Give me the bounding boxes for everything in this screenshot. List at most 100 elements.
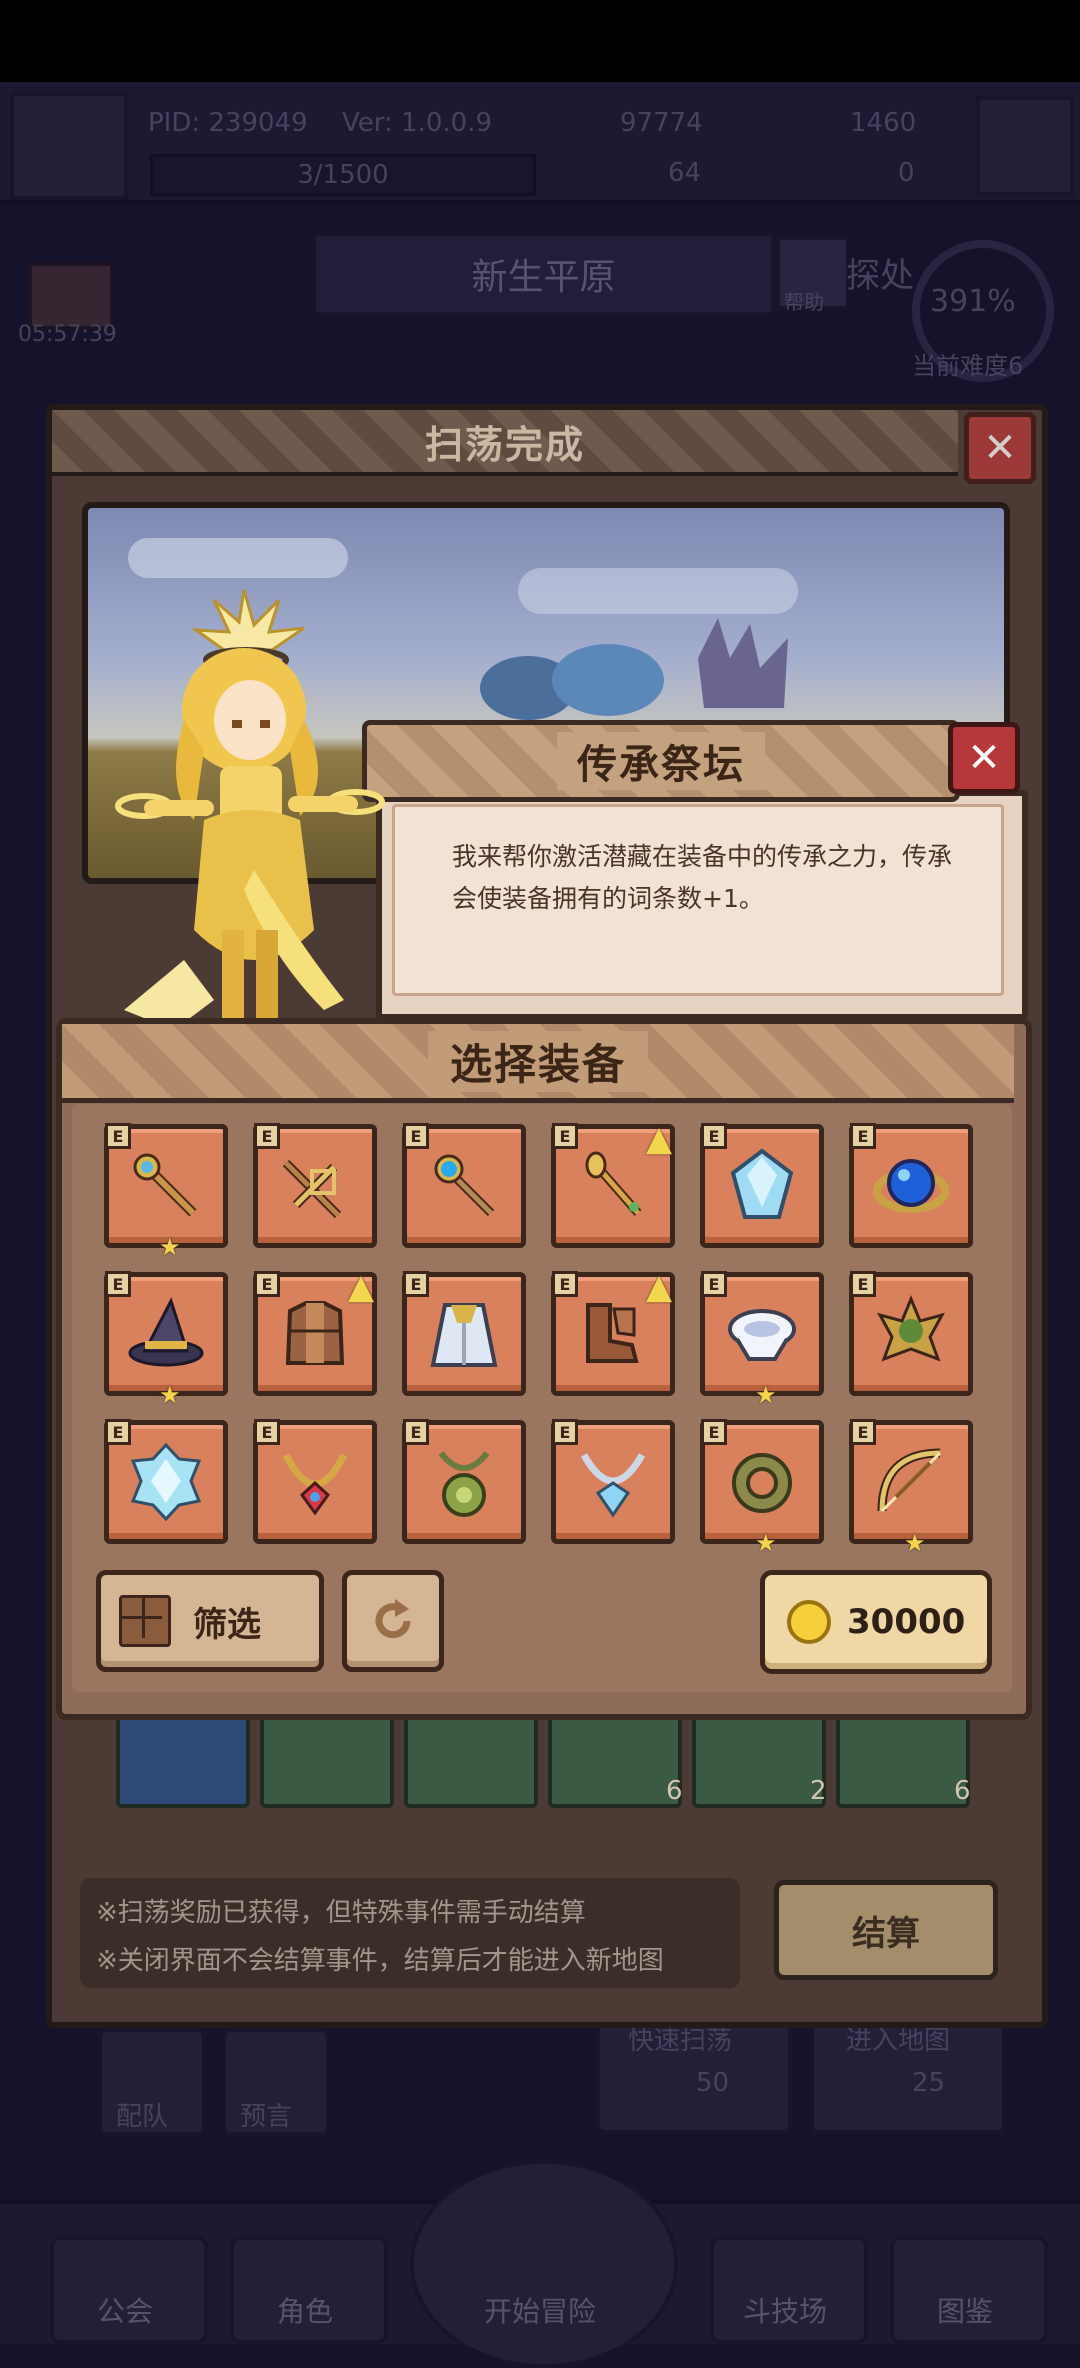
crossbow-icon: [282, 1159, 342, 1219]
equipment-item[interactable]: E ★: [700, 1271, 824, 1409]
equipment-item[interactable]: E ★: [104, 1123, 228, 1261]
ruby-necklace-icon: [282, 1453, 348, 1516]
altar-title: 传承祭坛: [557, 732, 765, 790]
equipment-tag: E: [850, 1419, 876, 1445]
player-avatar[interactable]: [10, 92, 128, 200]
nav-arena-label: 斗技场: [742, 2295, 827, 2328]
equipment-item[interactable]: E ★: [849, 1419, 973, 1557]
difficulty-label: 当前难度6: [912, 352, 1024, 380]
equipment-item[interactable]: E: [253, 1419, 377, 1544]
stat-a: 64: [668, 158, 702, 188]
grid-icon: [119, 1595, 171, 1647]
star-icon: ★: [755, 1529, 777, 1557]
golden-bow-icon: [877, 1448, 942, 1513]
team-label: 配队: [116, 2102, 169, 2132]
quick-sweep-cost: 50: [696, 2068, 730, 2098]
gift-icon[interactable]: [28, 262, 114, 330]
equip-slot[interactable]: [836, 1706, 970, 1808]
refresh-button[interactable]: [342, 1570, 444, 1672]
equipment-item[interactable]: E ▲: [253, 1267, 377, 1396]
star-icon: ★: [904, 1529, 926, 1557]
star-icon: ★: [159, 1233, 181, 1261]
equipment-item[interactable]: E: [700, 1123, 824, 1248]
ice-crystal-icon: [130, 1443, 202, 1521]
notice-line: ※扫荡奖励已获得，但特殊事件需手动结算: [96, 1898, 586, 1928]
filter-button[interactable]: 筛选: [96, 1570, 324, 1672]
equipment-tag: E: [403, 1419, 429, 1445]
equipment-tag: E: [105, 1123, 131, 1149]
equipment-tag: E: [254, 1123, 280, 1149]
altar-description: 我来帮你激活潜藏在装备中的传承之力，传承会使装备拥有的词条数+1。: [452, 842, 953, 913]
equipment-item[interactable]: E: [402, 1271, 526, 1396]
help-label: 帮助: [784, 290, 824, 314]
upgrade-arrow-icon: ▲: [645, 1267, 672, 1307]
equipment-tag: E: [105, 1419, 131, 1445]
equipment-item[interactable]: E: [849, 1271, 973, 1396]
gem-count: 1460: [850, 108, 917, 138]
settings-gear-icon[interactable]: [976, 96, 1074, 196]
equip-slot[interactable]: [116, 1706, 250, 1808]
equipment-tag: E: [850, 1123, 876, 1149]
sweep-close-button[interactable]: ✕: [964, 412, 1036, 484]
refresh-icon: [375, 1599, 411, 1639]
exp-text: 3/1500: [297, 160, 389, 190]
upgrade-arrow-icon: ▲: [347, 1267, 374, 1307]
equipment-tag: E: [850, 1271, 876, 1297]
equipment-item[interactable]: E: [402, 1419, 526, 1544]
white-gloves-icon: [728, 1309, 796, 1361]
cloud: [518, 568, 798, 614]
equipment-tag: E: [105, 1271, 131, 1297]
notice-line: ※关闭界面不会结算事件，结算后才能进入新地图: [96, 1946, 664, 1976]
jade-amulet-icon: [438, 1451, 490, 1517]
altar-close-button[interactable]: ✕: [948, 722, 1020, 794]
explore-label: 探处: [846, 256, 914, 296]
equip-slot[interactable]: [404, 1706, 538, 1808]
equipment-tag: E: [403, 1123, 429, 1149]
nav-start-adventure[interactable]: [410, 2160, 678, 2368]
progress-percent: 391%: [930, 284, 1016, 319]
gift-timer: 05:57:39: [18, 322, 117, 347]
star-icon: ★: [755, 1381, 777, 1409]
equipment-tag: E: [552, 1419, 578, 1445]
leather-boots-icon: [586, 1303, 639, 1363]
player-id: PID: 239049: [148, 108, 308, 138]
equipment-tag: E: [701, 1419, 727, 1445]
game-version: Ver: 1.0.0.9: [342, 108, 492, 138]
slot-count: 6: [954, 1776, 971, 1806]
crystal-shard-icon: [730, 1148, 794, 1219]
gold-coin-icon: [787, 1600, 831, 1644]
region-selector[interactable]: 新生平原: [312, 232, 775, 316]
prophecy-label: 预言: [240, 2102, 293, 2132]
settle-button[interactable]: 结算: [774, 1880, 998, 1980]
golden-wand-icon: [585, 1151, 642, 1216]
altar-title-bar: 传承祭坛: [362, 720, 960, 802]
equipment-tag: E: [552, 1123, 578, 1149]
select-equipment-title: 选择装备: [427, 1030, 648, 1092]
sapphire-ring-icon: [873, 1159, 949, 1213]
equip-slot[interactable]: [692, 1706, 826, 1808]
equip-slot[interactable]: [260, 1706, 394, 1808]
select-equipment-title-bar: 选择装备: [62, 1024, 1014, 1103]
equipment-item[interactable]: E: [849, 1123, 973, 1248]
equipment-item[interactable]: E: [253, 1123, 377, 1248]
equipment-item[interactable]: E: [402, 1123, 526, 1248]
equipment-item[interactable]: E ▲: [551, 1119, 675, 1248]
slot-count: 6: [666, 1776, 683, 1806]
equipment-tag: E: [701, 1271, 727, 1297]
equipment-item[interactable]: E ★: [104, 1271, 228, 1409]
nav-character-label: 角色: [276, 2295, 333, 2328]
nav-codex-label: 图鉴: [936, 2295, 993, 2328]
equipment-tag: E: [701, 1123, 727, 1149]
jade-ring-icon: [732, 1453, 792, 1513]
equipment-item[interactable]: E ▲: [551, 1267, 675, 1396]
equipment-item[interactable]: E ★: [700, 1419, 824, 1557]
equipment-tag: E: [403, 1271, 429, 1297]
gold-count: 97774: [620, 108, 703, 138]
equipment-item[interactable]: E: [551, 1419, 675, 1544]
enter-map-cost: 25: [912, 2068, 946, 2098]
activate-cost-button[interactable]: 30000: [760, 1570, 992, 1674]
upgrade-arrow-icon: ▲: [645, 1119, 672, 1159]
equip-slot[interactable]: [548, 1706, 682, 1808]
scepter-icon: [133, 1153, 197, 1217]
equipment-item[interactable]: E: [104, 1419, 228, 1544]
